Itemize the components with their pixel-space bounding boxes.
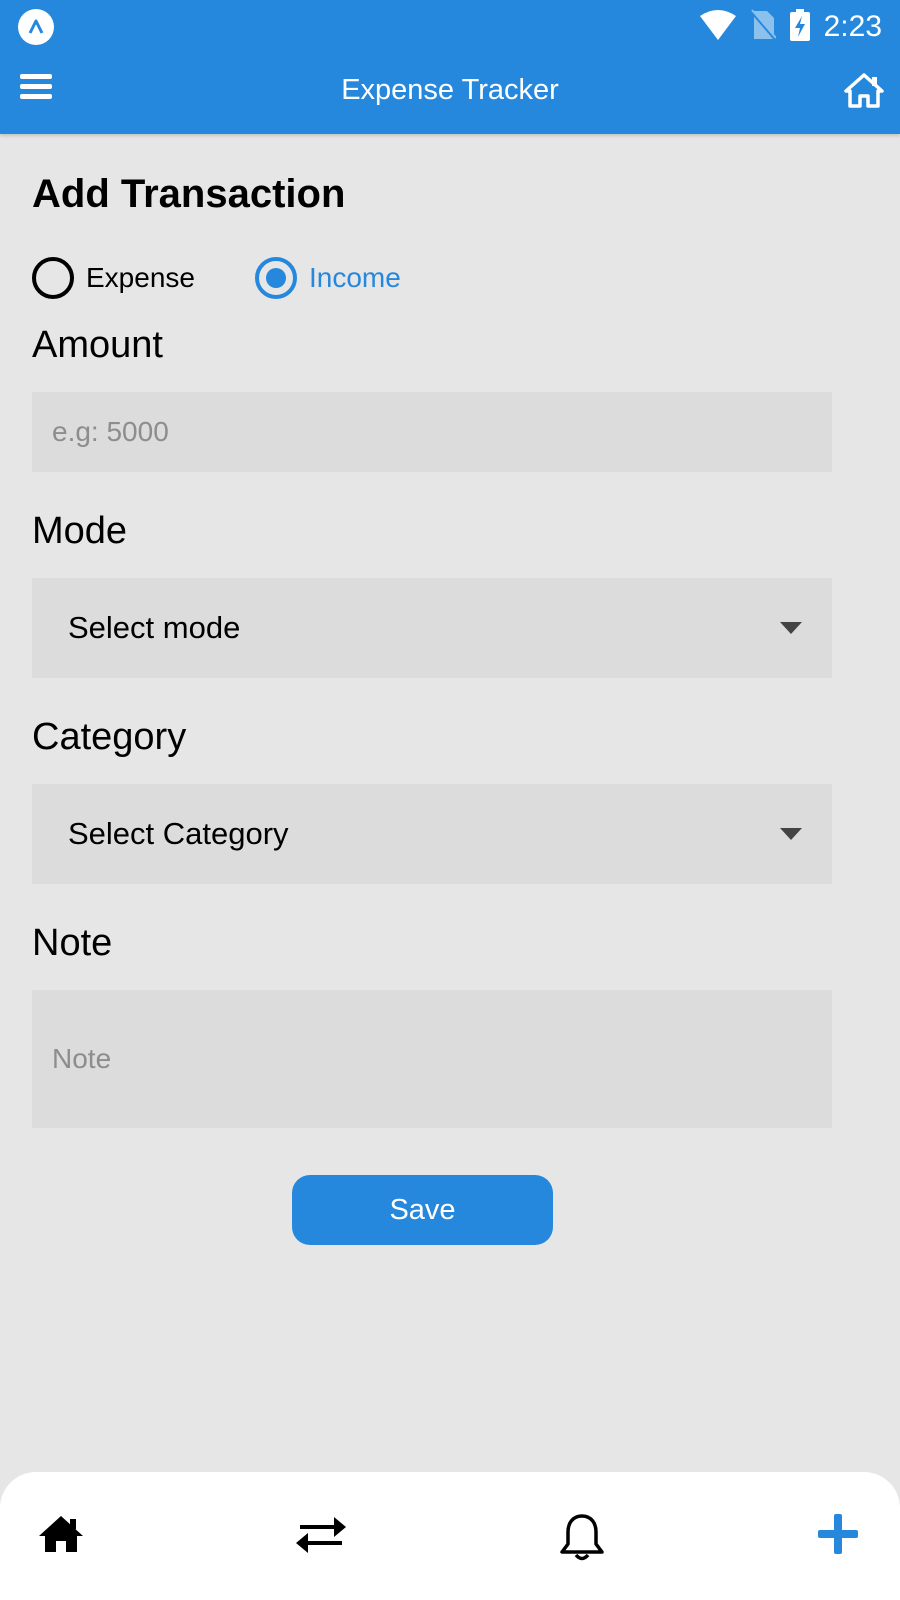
radio-income-label[interactable]: Income bbox=[309, 262, 401, 294]
page-title: Add Transaction bbox=[32, 172, 346, 216]
app-title: Expense Tracker bbox=[341, 74, 559, 106]
transaction-type-radio-group: Expense Income bbox=[32, 252, 401, 304]
category-select-value: Select Category bbox=[68, 816, 289, 851]
status-icons: 2:23 bbox=[699, 8, 882, 46]
category-select[interactable]: Select Category bbox=[32, 784, 832, 884]
bottom-navigation bbox=[0, 1472, 900, 1600]
nav-plus-icon[interactable] bbox=[816, 1512, 872, 1564]
chevron-down-icon bbox=[780, 622, 802, 634]
chevron-down-icon bbox=[780, 828, 802, 840]
note-input[interactable] bbox=[32, 990, 832, 1128]
status-time: 2:23 bbox=[823, 10, 882, 43]
battery-charging-icon bbox=[789, 8, 810, 46]
amount-label: Amount bbox=[32, 324, 163, 366]
home-icon[interactable] bbox=[844, 72, 886, 110]
save-button[interactable]: Save bbox=[292, 1175, 553, 1245]
app-logo-icon bbox=[18, 9, 54, 45]
status-bar: 2:23 bbox=[0, 0, 900, 54]
amount-input[interactable] bbox=[32, 392, 832, 472]
mode-label: Mode bbox=[32, 510, 128, 552]
add-transaction-screen: 2:23 Expense Tracker Add Transaction Exp… bbox=[0, 0, 900, 1600]
wifi-icon bbox=[699, 9, 736, 45]
nav-transactions-arrows-icon[interactable] bbox=[294, 1512, 350, 1564]
radio-income[interactable]: Income bbox=[254, 257, 401, 299]
radio-expense-label[interactable]: Expense bbox=[86, 262, 195, 294]
nav-home-icon[interactable] bbox=[36, 1512, 92, 1564]
radio-income-circle[interactable] bbox=[254, 257, 297, 299]
radio-expense[interactable]: Expense bbox=[32, 257, 195, 299]
nav-bell-icon[interactable] bbox=[558, 1512, 614, 1564]
mode-select-value: Select mode bbox=[68, 610, 241, 645]
note-label: Note bbox=[32, 922, 113, 964]
radio-expense-circle[interactable] bbox=[32, 257, 74, 299]
no-sim-icon bbox=[749, 8, 777, 46]
mode-select[interactable]: Select mode bbox=[32, 578, 832, 678]
app-bar: Expense Tracker bbox=[0, 54, 900, 134]
category-label: Category bbox=[32, 716, 187, 758]
